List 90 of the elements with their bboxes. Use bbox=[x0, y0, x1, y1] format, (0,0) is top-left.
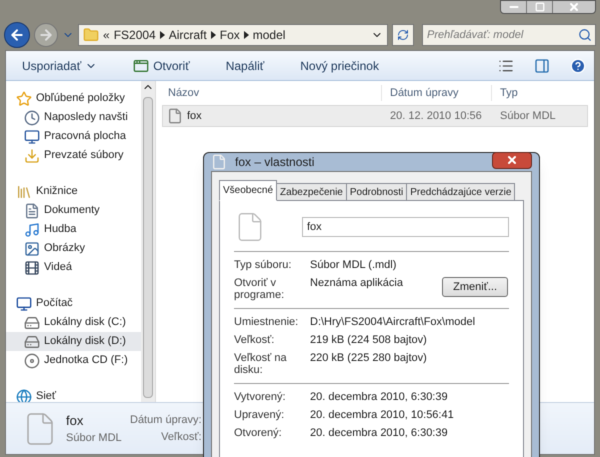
property-value: D:\Hry\FS2004\Aircraft\Fox\model bbox=[310, 316, 476, 328]
breadcrumb[interactable]: « bbox=[103, 26, 110, 44]
nav-group[interactable]: Knižnice bbox=[6, 182, 141, 201]
property-value: 20. decembra 2010, 6:30:39 bbox=[310, 427, 449, 439]
breadcrumb[interactable]: Fox bbox=[220, 26, 240, 44]
favorites-icon bbox=[16, 90, 32, 106]
search-field[interactable]: Prehľadávať: model bbox=[422, 24, 596, 46]
documents-icon bbox=[24, 202, 40, 218]
view-icon[interactable] bbox=[498, 58, 514, 74]
nav-item[interactable]: Pracovná plocha bbox=[6, 127, 141, 146]
toolbar-button[interactable]: Usporiadať bbox=[14, 52, 106, 78]
close-icon bbox=[568, 1, 580, 13]
detail-label: Veľkosť: bbox=[161, 430, 202, 444]
file-type: Súbor MDL bbox=[66, 431, 122, 446]
libraries-icon bbox=[16, 184, 32, 200]
nav-item[interactable]: Prevzaté súbory bbox=[6, 146, 141, 165]
breadcrumb[interactable]: FS2004 bbox=[114, 26, 156, 44]
desktop-icon bbox=[24, 128, 40, 144]
breadcrumb[interactable]: model bbox=[252, 26, 286, 44]
property-label: Umiestnenie: bbox=[234, 316, 300, 328]
tab[interactable]: Podrobnosti bbox=[346, 183, 408, 201]
cd-icon bbox=[24, 352, 40, 368]
nav-item[interactable]: Lokálny disk (C:) bbox=[6, 313, 141, 332]
refresh-button[interactable] bbox=[392, 24, 414, 46]
table-cell-text: 20. 12. 2010 10:56 bbox=[389, 108, 483, 124]
toolbar-button[interactable]: Nový priečinok bbox=[292, 52, 387, 78]
property-label: Otvoriť v programe: bbox=[234, 277, 286, 301]
nav-item[interactable]: Dokumenty bbox=[6, 201, 141, 220]
nav-item[interactable]: Jednotka CD (F:) bbox=[6, 351, 141, 370]
nav-item[interactable]: Naposledy navšti bbox=[6, 108, 141, 127]
property-value: 20. decembra 2010, 10:56:41 bbox=[310, 409, 455, 421]
maximize-icon bbox=[534, 2, 544, 12]
nav-item[interactable]: Hudba bbox=[6, 220, 141, 239]
dialog-title: fox – vlastnosti bbox=[235, 154, 316, 171]
table-cell-text: Súbor MDL bbox=[499, 108, 557, 124]
downloads-icon bbox=[24, 148, 40, 164]
property-label: Veľkosť: bbox=[234, 334, 276, 346]
separator-icon bbox=[160, 31, 165, 39]
music-icon bbox=[24, 222, 40, 238]
back-button[interactable] bbox=[4, 22, 30, 48]
computer-icon bbox=[16, 296, 32, 312]
tab[interactable]: Predchádzajúce verzie bbox=[406, 183, 516, 201]
tab[interactable]: Zabezpečenie bbox=[276, 183, 347, 201]
detail-label: Dátum úpravy: bbox=[130, 413, 202, 428]
nav-item[interactable]: Obrázky bbox=[6, 239, 141, 258]
property-label: Vytvorený: bbox=[234, 391, 287, 403]
toolbar-button[interactable]: Otvoriť bbox=[125, 52, 198, 78]
recent-icon bbox=[24, 110, 40, 126]
tab[interactable]: Všeobecné bbox=[219, 180, 278, 201]
window-icon bbox=[133, 58, 150, 74]
refresh-icon bbox=[397, 29, 409, 41]
property-value: Neznáma aplikácia bbox=[310, 277, 404, 289]
file-row[interactable]: fox 20. 12. 2010 10:56 Súbor MDL bbox=[162, 105, 588, 127]
close-button[interactable] bbox=[492, 152, 532, 168]
name-field[interactable]: fox bbox=[302, 217, 509, 237]
column-header[interactable]: Názov bbox=[156, 84, 381, 102]
breadcrumb[interactable]: Aircraft bbox=[168, 26, 207, 44]
column-header[interactable]: Typ bbox=[491, 84, 594, 102]
network-icon bbox=[16, 388, 32, 402]
file-icon bbox=[167, 108, 183, 124]
property-value: 220 kB (225 280 bajtov) bbox=[310, 352, 428, 364]
property-value: 219 kB (224 508 bajtov) bbox=[310, 334, 428, 346]
folder-icon bbox=[83, 27, 99, 43]
toolbar-button[interactable]: Napáliť bbox=[218, 52, 272, 78]
preview-pane-icon[interactable] bbox=[534, 58, 550, 74]
property-label: Upravený: bbox=[234, 409, 286, 421]
help-icon[interactable] bbox=[570, 58, 586, 74]
property-label: Typ súboru: bbox=[234, 259, 292, 271]
file-name: fox bbox=[187, 108, 202, 124]
nav-item[interactable]: Lokálny disk (D:) bbox=[6, 332, 141, 351]
column-header[interactable]: Dátum úpravy bbox=[381, 84, 491, 102]
videos-icon bbox=[24, 260, 40, 276]
search-icon bbox=[578, 28, 592, 42]
file-name: fox bbox=[66, 412, 84, 430]
nav-item[interactable]: Videá bbox=[6, 258, 141, 277]
pictures-icon bbox=[24, 240, 40, 256]
separator-icon bbox=[210, 31, 216, 39]
nav-group[interactable]: Obľúbené položky bbox=[6, 89, 141, 108]
property-label: Veľkosť na disku: bbox=[234, 352, 288, 376]
separator-icon bbox=[244, 31, 249, 39]
property-value: Súbor MDL (.mdl) bbox=[310, 259, 398, 271]
scrollbar[interactable] bbox=[141, 81, 155, 402]
close-icon bbox=[506, 154, 518, 166]
property-label: Otvorený: bbox=[234, 427, 283, 439]
nav-group[interactable]: Sieť bbox=[6, 387, 141, 402]
nav-group[interactable]: Počítač bbox=[6, 294, 141, 313]
forward-arrow-icon bbox=[38, 27, 54, 43]
address-bar[interactable]: « FS2004 Aircraft Fox model bbox=[78, 24, 388, 46]
property-value: 20. decembra 2010, 6:30:39 bbox=[310, 391, 449, 403]
change-button[interactable]: Zmeniť... bbox=[442, 277, 508, 297]
